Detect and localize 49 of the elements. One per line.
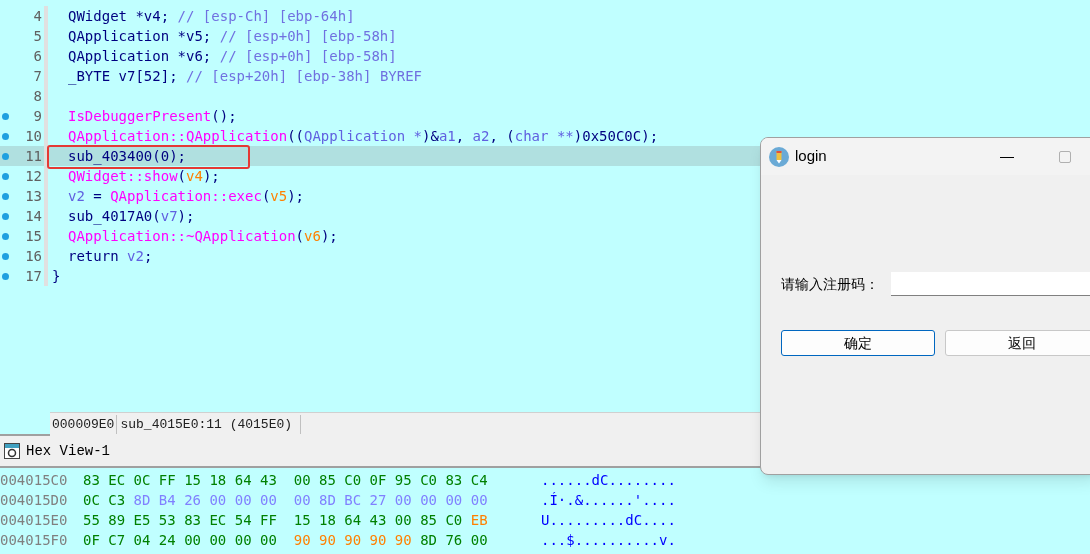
line-number: 5 [32,26,43,46]
line-number: 11 [24,146,43,166]
field-label: 请输入注册码： [781,274,879,294]
code-line: QWidget *v4; // [esp-Ch] [ebp-64h] [68,8,355,24]
window-title: login [795,146,827,167]
code-line: IsDebuggerPresent(); [68,108,237,124]
line-number: 4 [32,6,43,26]
code-line: return v2; [68,248,153,264]
hex-address: 004015E0 [0,510,69,530]
code-line: _BYTE v7[52]; // [esp+20h] [ebp-38h] BYREF [68,68,423,84]
hex-bytes: 0C C3 8D B4 26 00 00 00 00 8D BC 27 00 00 00 00 [83,490,489,510]
line-number: 6 [32,46,43,66]
line-number: 17 [24,266,43,286]
line-number: 16 [24,246,43,266]
line-number: 10 [24,126,43,146]
line-number: 12 [24,166,43,186]
dialog-button[interactable]: 确定 [781,330,935,356]
code-line: sub_4017A0(v7); [68,208,195,224]
status-location: sub_4015E0:11 (4015E0) [117,414,302,435]
hex-bytes: 55 89 E5 53 83 EC 54 FF 15 18 64 43 00 85 C0 EB [83,510,489,530]
code-line: QApplication::~QApplication(v6); [68,228,338,244]
code-line: QApplication *v6; // [esp+0h] [ebp-58h] [68,48,397,64]
status-offset: 000009E0 [50,414,118,435]
hex-ascii: U.........dC.... [541,510,676,530]
hex-ascii: ......dC........ [541,470,676,490]
code-line: QApplication *v5; // [esp+0h] [ebp-58h] [68,28,397,44]
hex-bytes: 83 EC 0C FF 15 18 64 43 00 85 C0 0F 95 C0 83 C4 [83,470,489,490]
line-number: 8 [32,86,43,106]
hex-address: 004015D0 [0,490,69,510]
code-line: v2 = QApplication::exec(v5); [68,188,305,204]
code-line: QApplication::QApplication((QApplication *)&a1, a2, (char **)0x50C0C); [68,128,659,144]
minimize-button[interactable]: — [987,146,1027,167]
hex-bytes: 0F C7 04 24 00 00 00 00 90 90 90 90 90 8D 76 00 [83,530,489,550]
code-line: QWidget::show(v4); [68,168,220,184]
line-number: 7 [32,66,43,86]
hex-address: 004015C0 [0,470,69,490]
hex-ascii: .Í·.&......'.... [541,490,676,510]
code-line: } [52,268,61,284]
pencil-icon [769,146,789,167]
line-number: 9 [32,106,43,126]
hex-ascii: ...$..........v. [541,530,676,550]
line-number: 13 [24,186,43,206]
dialog-button[interactable]: 返回 [945,330,1090,356]
hex-view-icon [4,443,20,459]
line-number: 14 [24,206,43,226]
registration-code-field[interactable] [891,272,1090,296]
line-number: 15 [24,226,43,246]
code-line: sub_403400(0); [68,148,186,164]
hex-address: 004015F0 [0,530,69,550]
